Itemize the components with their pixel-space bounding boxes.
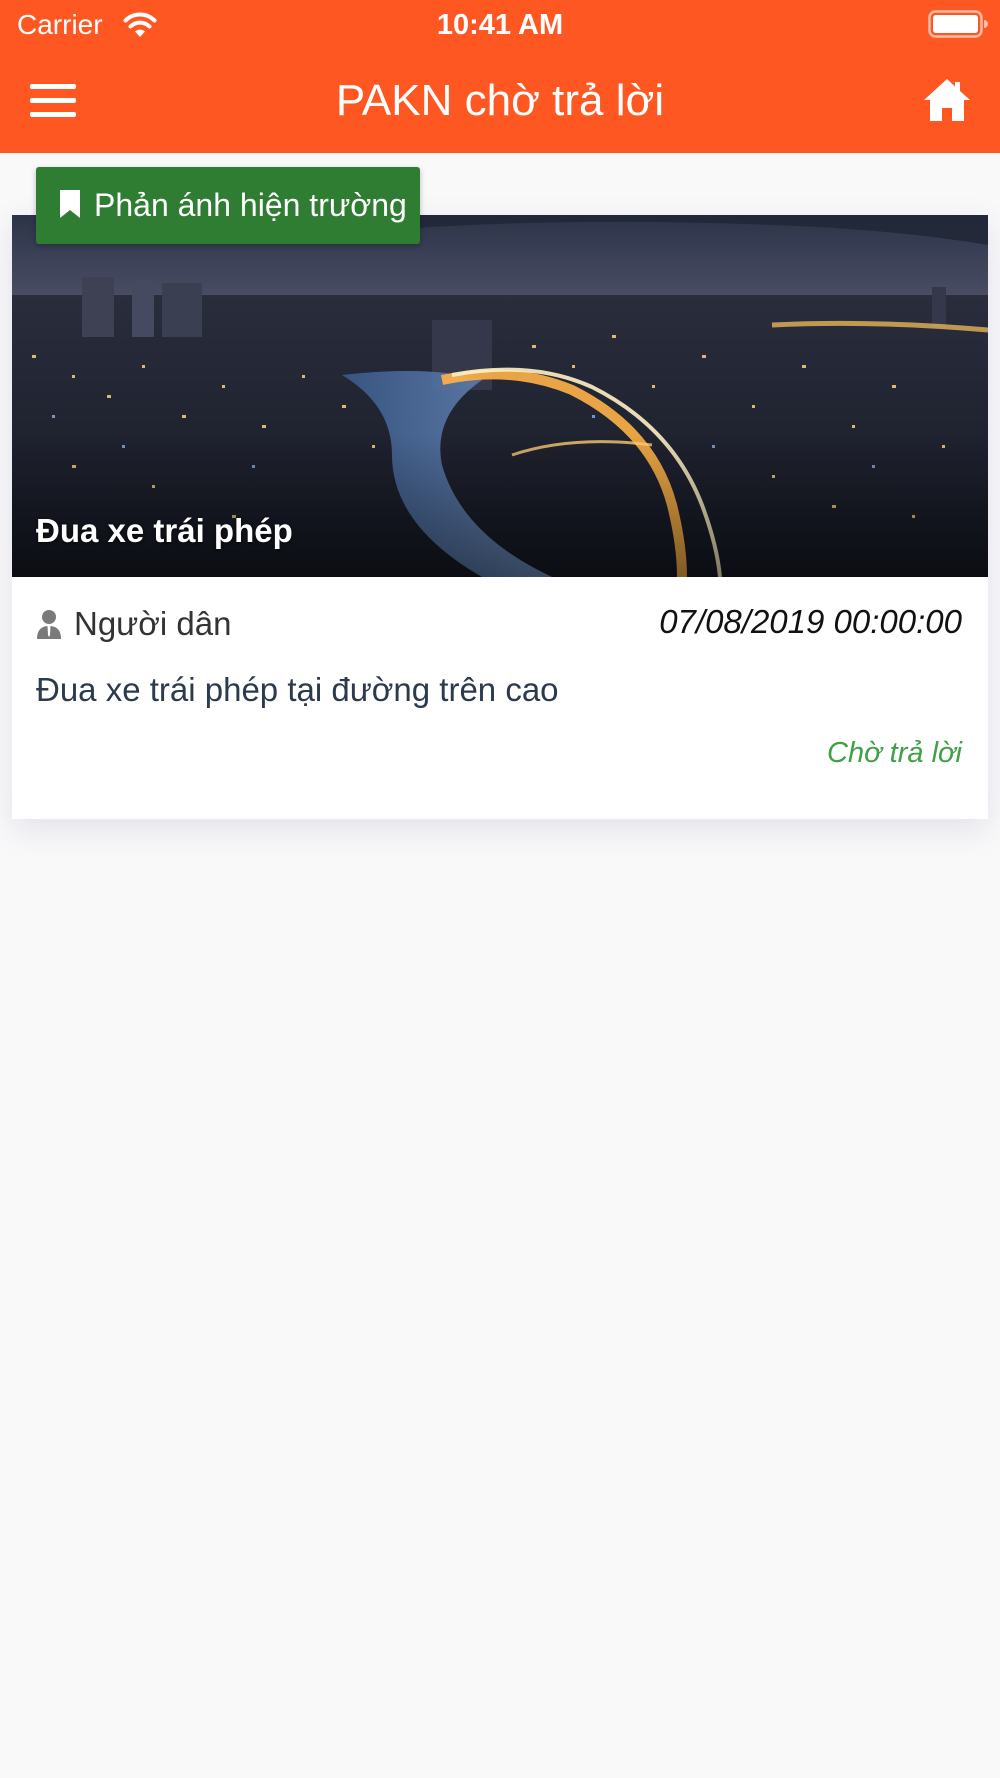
app-header: Carrier 10:41 AM PAKN chờ trả lời xyxy=(0,0,1000,153)
category-label: Phản ánh hiện trường xyxy=(94,187,407,223)
user-icon xyxy=(37,610,61,639)
feedback-card[interactable]: Đua xe trái phép Người dân 07/08/2019 00… xyxy=(12,215,988,819)
category-badge[interactable]: Phản ánh hiện trường xyxy=(36,167,420,244)
feedback-content: Đua xe trái phép tại đường trên cao xyxy=(36,671,559,708)
home-icon[interactable] xyxy=(922,77,972,123)
status-bar: Carrier 10:41 AM xyxy=(0,0,1000,52)
image-caption: Đua xe trái phép xyxy=(36,512,293,549)
status-time: 10:41 AM xyxy=(436,9,564,41)
submitted-date: 07/08/2019 00:00:00 xyxy=(659,603,962,640)
battery-icon xyxy=(928,10,988,38)
status-label: Chờ trả lời xyxy=(827,737,962,769)
feedback-details: Người dân 07/08/2019 00:00:00 Đua xe trá… xyxy=(12,577,988,819)
hamburger-menu-icon[interactable] xyxy=(30,84,76,118)
bookmark-icon xyxy=(60,190,80,218)
nav-bar: PAKN chờ trả lời xyxy=(0,52,1000,153)
author-name: Người dân xyxy=(74,605,232,642)
feedback-image: Đua xe trái phép xyxy=(12,215,988,577)
page-title: PAKN chờ trả lời xyxy=(335,76,665,125)
